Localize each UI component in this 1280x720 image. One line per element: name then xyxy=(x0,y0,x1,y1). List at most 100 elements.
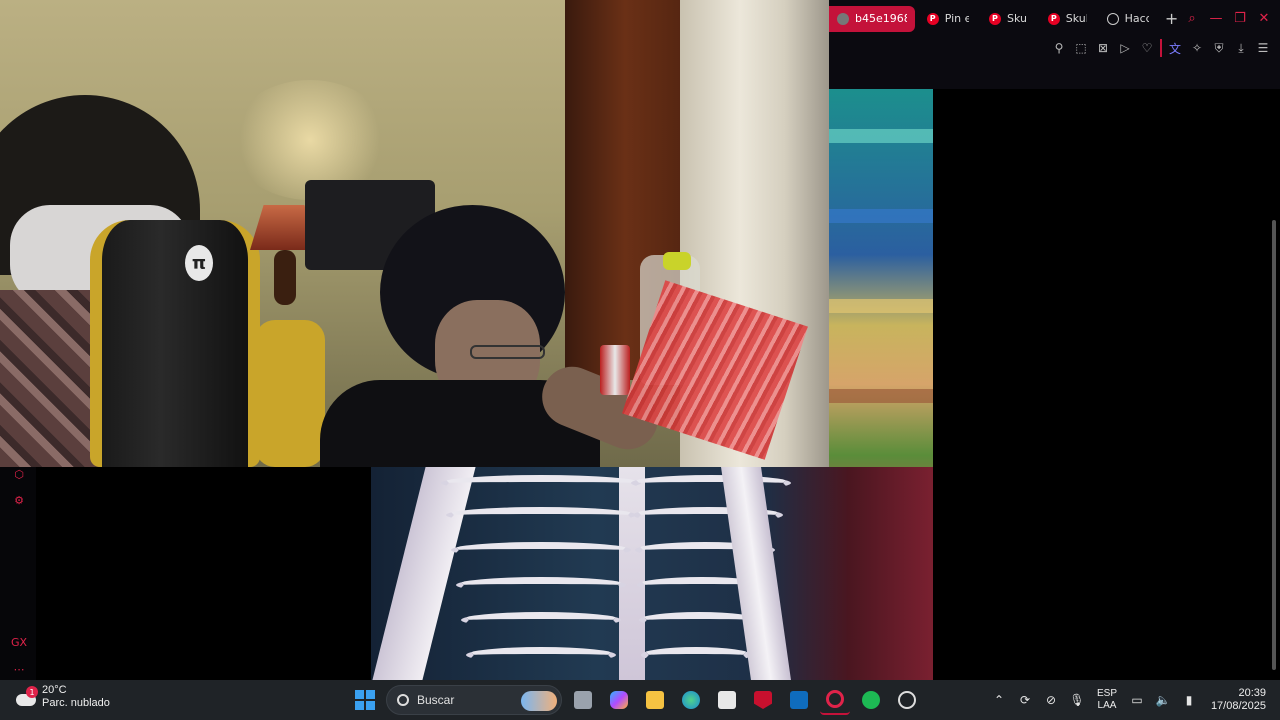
battery-icon[interactable]: ▮ xyxy=(1178,689,1200,711)
toolbar-icons: ⚲ ⬚ ⊠ ▷ ♡ 文 ✧ ⛨ ⤓ ☰ xyxy=(1050,39,1272,57)
outlook-icon xyxy=(790,691,808,709)
tab-pinterest-2[interactable]: P Skul xyxy=(981,6,1036,32)
heart-icon[interactable]: ♡ xyxy=(1138,39,1156,57)
menu-icon[interactable]: ☰ xyxy=(1254,39,1272,57)
vpn-icon[interactable]: ⛨ xyxy=(1210,39,1228,57)
system-tray: ⌃ ⟳ ⊘ 🎙 ESP LAA ▭ 🔈 ▮ 20:39 17/08/2025 xyxy=(988,680,1280,720)
page-dark-area xyxy=(36,467,371,680)
more-icon[interactable]: ⋯ xyxy=(12,662,26,676)
outlook-button[interactable] xyxy=(784,685,814,715)
microphone-icon[interactable]: 🎙 xyxy=(1066,689,1088,711)
browser-toolbar: ⚲ ⬚ ⊠ ▷ ♡ 文 ✧ ⛨ ⤓ ☰ xyxy=(829,37,1280,89)
gaming-chair xyxy=(90,220,260,467)
glasses xyxy=(470,345,545,359)
tab-active[interactable]: b45e1968 xyxy=(829,5,915,32)
weather-badge: 1 xyxy=(26,686,38,698)
copilot-icon xyxy=(610,691,628,709)
chatgpt-button[interactable] xyxy=(892,685,922,715)
spotify-button[interactable] xyxy=(856,685,886,715)
painted-rib xyxy=(641,647,751,663)
extensions-icon[interactable]: ✧ xyxy=(1188,39,1206,57)
chair-logo-icon: π xyxy=(185,245,213,281)
search-label: Buscar xyxy=(417,693,455,707)
new-tab-button[interactable]: + xyxy=(1161,8,1182,30)
spotify-icon xyxy=(862,691,880,709)
taskbar-search[interactable]: Buscar xyxy=(386,685,562,715)
edge-icon xyxy=(682,691,700,709)
opera-gx-button[interactable] xyxy=(820,685,850,715)
painted-rib xyxy=(631,475,791,491)
volume-icon[interactable]: 🔈 xyxy=(1152,689,1174,711)
edge-button[interactable] xyxy=(676,685,706,715)
chevron-up-icon[interactable]: ⌃ xyxy=(988,689,1010,711)
pin-icon[interactable]: ⚲ xyxy=(1050,39,1068,57)
tab-pinterest-3[interactable]: P Skul xyxy=(1040,6,1095,32)
chatgpt-icon xyxy=(898,691,916,709)
scrollbar-thumb[interactable] xyxy=(1272,220,1276,670)
tab-chatgpt[interactable]: Hacc xyxy=(1099,6,1158,32)
window-controls: ⌕ — ❐ ✕ xyxy=(1182,9,1280,29)
paint-stroke xyxy=(829,129,933,143)
gx-logo-icon[interactable]: GX xyxy=(11,635,27,649)
painted-rib xyxy=(466,647,616,663)
tab-label: Skul xyxy=(1006,12,1028,25)
maximize-icon[interactable]: ❐ xyxy=(1230,9,1250,29)
weather-widget[interactable]: 1 20°C Parc. nublado xyxy=(14,684,110,710)
language-indicator[interactable]: ESP LAA xyxy=(1092,688,1122,712)
pinterest-icon: P xyxy=(926,12,939,25)
gx-sidebar: ⬡ ⚙ GX ⋯ xyxy=(0,467,36,680)
search-icon xyxy=(397,694,409,706)
browser-tab-bar: b45e1968 P Pin e P Skul P Skul Hacc + ⌕ … xyxy=(829,0,1280,37)
mcafee-button[interactable] xyxy=(748,685,778,715)
display-icon[interactable]: ▭ xyxy=(1126,689,1148,711)
painted-rib xyxy=(446,507,636,523)
clock-time: 20:39 xyxy=(1238,687,1266,699)
desktop-screen: π b45e1968 P Pin e P Skul P Skul Hacc + … xyxy=(0,0,1280,720)
paint-stroke xyxy=(829,389,933,403)
weather-condition: Parc. nublado xyxy=(42,697,110,709)
page-scrollbar[interactable] xyxy=(1272,100,1276,678)
tab-pinterest-1[interactable]: P Pin e xyxy=(919,6,977,32)
painted-spine xyxy=(619,467,645,680)
tab-label: Hacc xyxy=(1124,12,1150,25)
pinterest-icon: P xyxy=(988,12,1001,25)
paint-stroke xyxy=(829,299,933,313)
minimize-icon[interactable]: — xyxy=(1206,9,1226,29)
opera-gx-icon xyxy=(826,690,844,708)
task-view-button[interactable] xyxy=(568,685,598,715)
browser-page-area xyxy=(933,89,1280,680)
keyboard-layout: LAA xyxy=(1097,700,1117,711)
language-code: ESP xyxy=(1096,688,1117,699)
taskbar-clock[interactable]: 20:39 17/08/2025 xyxy=(1204,687,1266,713)
copilot-button[interactable] xyxy=(604,685,634,715)
skeleton-painting-image xyxy=(371,467,933,680)
painted-arm-bone xyxy=(372,467,476,680)
tab-label: Skul xyxy=(1065,12,1087,25)
gx-control-icon[interactable]: ⬡ xyxy=(12,467,26,481)
start-button[interactable] xyxy=(350,685,380,715)
sync-icon[interactable]: ⟳ xyxy=(1014,689,1036,711)
download-icon[interactable]: ⤓ xyxy=(1232,39,1250,57)
file-explorer-button[interactable] xyxy=(640,685,670,715)
close-icon[interactable]: ✕ xyxy=(1254,9,1274,29)
snapshot-icon[interactable]: ⬚ xyxy=(1072,39,1090,57)
pinterest-icon: P xyxy=(1047,12,1060,25)
translate-icon[interactable]: 文 xyxy=(1166,39,1184,57)
store-icon xyxy=(718,691,736,709)
search-highlight-icon xyxy=(521,691,557,711)
soda-can xyxy=(600,345,630,395)
search-tabs-icon[interactable]: ⌕ xyxy=(1182,9,1202,29)
cloudy-weather-icon: 1 xyxy=(14,686,38,708)
toolbar-separator xyxy=(1160,39,1162,57)
windows-taskbar: 1 20°C Parc. nublado Buscar ⌃ ⟳ ⊘ 🎙 ESP … xyxy=(0,680,1280,720)
gaming-chair-arm xyxy=(255,320,325,467)
shield-icon xyxy=(754,691,772,709)
network-off-icon[interactable]: ⊘ xyxy=(1040,689,1062,711)
adblock-icon[interactable]: ⊠ xyxy=(1094,39,1112,57)
tab-label: b45e1968 xyxy=(855,12,907,25)
settings-icon[interactable]: ⚙ xyxy=(12,493,26,507)
clock-date: 17/08/2025 xyxy=(1210,700,1266,712)
store-button[interactable] xyxy=(712,685,742,715)
paint-stroke xyxy=(829,209,933,223)
play-icon[interactable]: ▷ xyxy=(1116,39,1134,57)
